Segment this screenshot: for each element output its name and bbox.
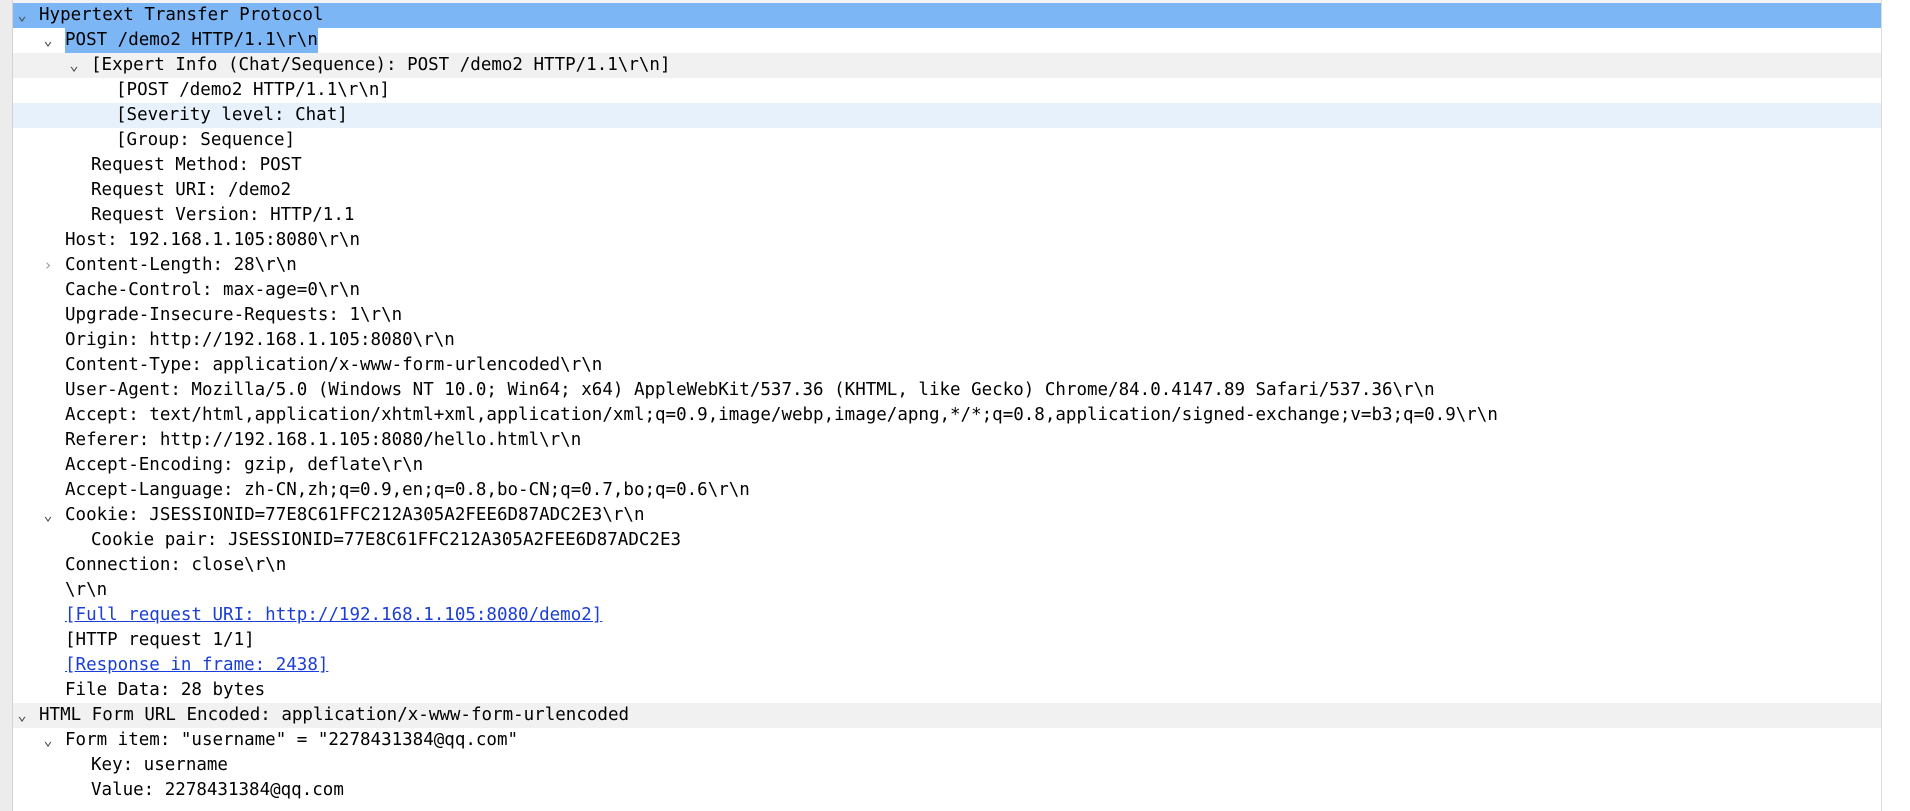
chevron-down-icon[interactable]: ⌄ — [40, 503, 56, 528]
tree-label: File Data: 28 bytes — [65, 680, 266, 700]
packet-details-tree[interactable]: ⌄ Hypertext Transfer Protocol ⌄ POST /de… — [13, 3, 1881, 803]
vertical-scrollbar[interactable] — [1881, 0, 1910, 811]
tree-label: Content-Type: application/x-www-form-url… — [65, 355, 603, 375]
tree-row-content-length[interactable]: › Content-Length: 28\r\n — [13, 253, 1881, 278]
tree-label: Accept-Language: zh-CN,zh;q=0.9,en;q=0.8… — [65, 480, 750, 500]
chevron-down-icon[interactable]: ⌄ — [14, 703, 30, 728]
tree-row-group[interactable]: [Group: Sequence] — [13, 128, 1881, 153]
tree-label: [POST /demo2 HTTP/1.1\r\n] — [116, 80, 390, 100]
tree-label: [Group: Sequence] — [116, 130, 296, 150]
tree-row-user-agent[interactable]: User-Agent: Mozilla/5.0 (Windows NT 10.0… — [13, 378, 1881, 403]
tree-row-host[interactable]: Host: 192.168.1.105:8080\r\n — [13, 228, 1881, 253]
chevron-down-icon[interactable]: ⌄ — [40, 28, 56, 53]
tree-row-http-request[interactable]: [HTTP request 1/1] — [13, 628, 1881, 653]
tree-label: Host: 192.168.1.105:8080\r\n — [65, 230, 361, 250]
tree-label: Content-Length: 28\r\n — [65, 255, 297, 275]
tree-label: Cookie: JSESSIONID=77E8C61FFC212A305A2FE… — [65, 505, 645, 525]
tree-label: Value: 2278431384@qq.com — [91, 780, 344, 800]
left-panel-edge — [0, 0, 13, 811]
tree-label: User-Agent: Mozilla/5.0 (Windows NT 10.0… — [65, 380, 1435, 400]
tree-label: Connection: close\r\n — [65, 555, 287, 575]
tree-label: Key: username — [91, 755, 228, 775]
packet-details-pane: ⌄ Hypertext Transfer Protocol ⌄ POST /de… — [0, 0, 1910, 811]
tree-row-cookie-pair[interactable]: Cookie pair: JSESSIONID=77E8C61FFC212A30… — [13, 528, 1881, 553]
tree-label: Accept-Encoding: gzip, deflate\r\n — [65, 455, 424, 475]
tree-label: \r\n — [65, 580, 108, 600]
tree-label: Origin: http://192.168.1.105:8080\r\n — [65, 330, 455, 350]
tree-row-accept[interactable]: Accept: text/html,application/xhtml+xml,… — [13, 403, 1881, 428]
chevron-down-icon[interactable]: ⌄ — [14, 3, 30, 28]
tree-label: Request URI: /demo2 — [91, 180, 292, 200]
tree-label: Hypertext Transfer Protocol — [39, 5, 324, 25]
tree-label: Accept: text/html,application/xhtml+xml,… — [65, 405, 1498, 425]
tree-label: Referer: http://192.168.1.105:8080/hello… — [65, 430, 582, 450]
tree-label: [HTTP request 1/1] — [65, 630, 255, 650]
tree-row-content-type[interactable]: Content-Type: application/x-www-form-url… — [13, 353, 1881, 378]
tree-row-expert-info[interactable]: ⌄ [Expert Info (Chat/Sequence): POST /de… — [13, 53, 1881, 78]
tree-label: [Expert Info (Chat/Sequence): POST /demo… — [91, 55, 671, 75]
tree-label: Cache-Control: max-age=0\r\n — [65, 280, 361, 300]
tree-row-form-item[interactable]: ⌄ Form item: "username" = "2278431384@qq… — [13, 728, 1881, 753]
tree-row-form-value[interactable]: Value: 2278431384@qq.com — [13, 778, 1881, 803]
response-in-frame-link[interactable]: [Response in frame: 2438] — [65, 653, 328, 678]
tree-label: Request Version: HTTP/1.1 — [91, 205, 355, 225]
tree-label: Form item: "username" = "2278431384@qq.c… — [65, 730, 519, 750]
tree-label: Request Method: POST — [91, 155, 302, 175]
full-request-uri-link[interactable]: [Full request URI: http://192.168.1.105:… — [65, 603, 602, 628]
tree-label: [Severity level: Chat] — [116, 105, 348, 125]
tree-row-cache-control[interactable]: Cache-Control: max-age=0\r\n — [13, 278, 1881, 303]
tree-row-connection[interactable]: Connection: close\r\n — [13, 553, 1881, 578]
tree-label: HTML Form URL Encoded: application/x-www… — [39, 705, 630, 725]
chevron-down-icon[interactable]: ⌄ — [40, 728, 56, 753]
tree-row-request-uri[interactable]: Request URI: /demo2 — [13, 178, 1881, 203]
tree-row-expert-request[interactable]: [POST /demo2 HTTP/1.1\r\n] — [13, 78, 1881, 103]
tree-label: POST /demo2 HTTP/1.1\r\n — [65, 28, 318, 53]
tree-row-upgrade-insecure-requests[interactable]: Upgrade-Insecure-Requests: 1\r\n — [13, 303, 1881, 328]
tree-row-crlf[interactable]: \r\n — [13, 578, 1881, 603]
tree-row-full-request-uri[interactable]: [Full request URI: http://192.168.1.105:… — [13, 603, 1881, 628]
tree-row-response-in-frame[interactable]: [Response in frame: 2438] — [13, 653, 1881, 678]
tree-row-file-data[interactable]: File Data: 28 bytes — [13, 678, 1881, 703]
tree-row-request-version[interactable]: Request Version: HTTP/1.1 — [13, 203, 1881, 228]
tree-row-severity-level[interactable]: [Severity level: Chat] — [13, 103, 1881, 128]
tree-row-http-protocol[interactable]: ⌄ Hypertext Transfer Protocol — [13, 3, 1881, 28]
chevron-down-icon[interactable]: ⌄ — [66, 53, 82, 78]
tree-row-accept-language[interactable]: Accept-Language: zh-CN,zh;q=0.9,en;q=0.8… — [13, 478, 1881, 503]
tree-label: Upgrade-Insecure-Requests: 1\r\n — [65, 305, 403, 325]
tree-row-origin[interactable]: Origin: http://192.168.1.105:8080\r\n — [13, 328, 1881, 353]
tree-label: Cookie pair: JSESSIONID=77E8C61FFC212A30… — [91, 530, 682, 550]
tree-row-html-form[interactable]: ⌄ HTML Form URL Encoded: application/x-w… — [13, 703, 1881, 728]
tree-row-request-line[interactable]: ⌄ POST /demo2 HTTP/1.1\r\n — [13, 28, 1881, 53]
tree-row-accept-encoding[interactable]: Accept-Encoding: gzip, deflate\r\n — [13, 453, 1881, 478]
tree-row-cookie[interactable]: ⌄ Cookie: JSESSIONID=77E8C61FFC212A305A2… — [13, 503, 1881, 528]
tree-row-referer[interactable]: Referer: http://192.168.1.105:8080/hello… — [13, 428, 1881, 453]
tree-row-form-key[interactable]: Key: username — [13, 753, 1881, 778]
chevron-right-icon[interactable]: › — [40, 253, 56, 278]
tree-row-request-method[interactable]: Request Method: POST — [13, 153, 1881, 178]
